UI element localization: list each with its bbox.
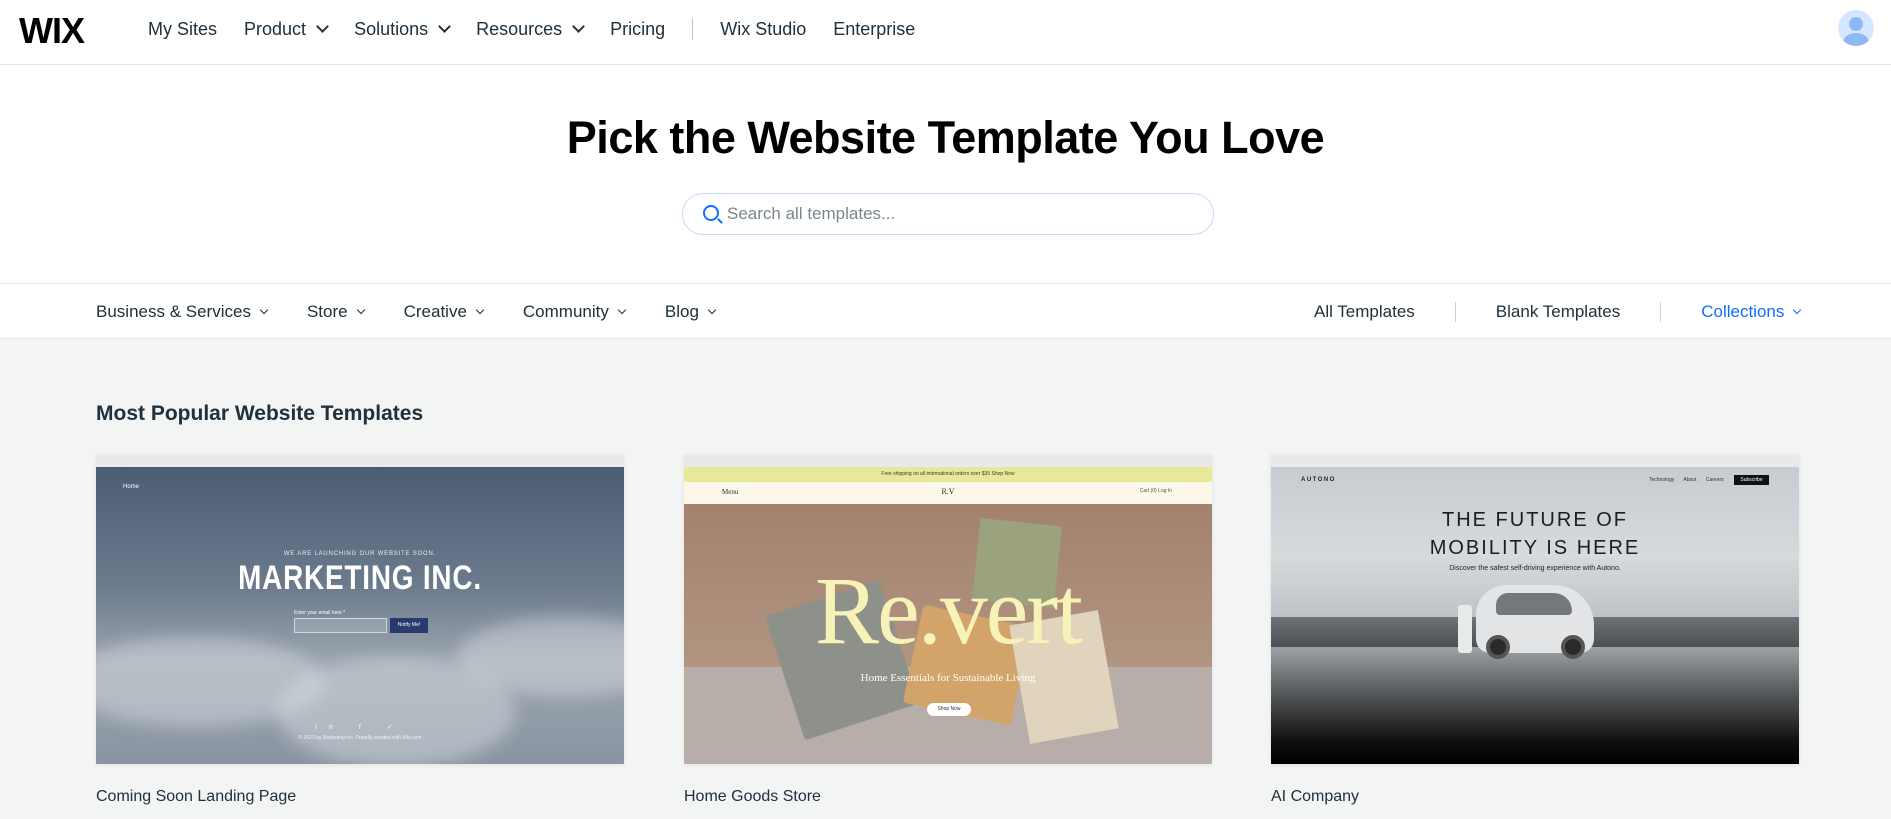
preview-nav: Home bbox=[123, 484, 140, 490]
window-dots-icon bbox=[692, 458, 712, 471]
charger-shape bbox=[1458, 605, 1472, 653]
category-business-services[interactable]: Business & Services bbox=[96, 302, 269, 322]
preview-logo: AUTONO bbox=[1301, 477, 1336, 483]
nav-product[interactable]: Product bbox=[244, 18, 329, 40]
nav-my-sites[interactable]: My Sites bbox=[148, 19, 217, 40]
category-label: Community bbox=[522, 302, 609, 321]
category-label: Business & Services bbox=[96, 302, 251, 321]
nav-label: Product bbox=[244, 18, 307, 39]
preview-headline: THE FUTURE OF MOBILITY IS HERE bbox=[1271, 506, 1799, 562]
nav-resources[interactable]: Resources bbox=[476, 18, 586, 40]
preview-promo-strip: Free shipping on all international order… bbox=[684, 467, 1212, 482]
category-creative[interactable]: Creative bbox=[403, 302, 485, 322]
chevron-down-icon bbox=[1793, 305, 1802, 315]
nav-enterprise[interactable]: Enterprise bbox=[833, 19, 915, 40]
chevron-down-icon bbox=[707, 305, 717, 315]
nav-label: Pricing bbox=[610, 18, 666, 39]
nav-label: Wix Studio bbox=[720, 18, 807, 39]
template-preview-image: Free shipping on all international order… bbox=[684, 467, 1212, 764]
preview-cart-login: Cart (0) Log In bbox=[1139, 488, 1172, 494]
preview-headline-line: MOBILITY IS HERE bbox=[1429, 537, 1641, 559]
section-title: Most Popular Website Templates bbox=[96, 402, 424, 425]
wheel-shape bbox=[1561, 635, 1585, 659]
search-icon bbox=[703, 205, 719, 221]
main-nav: My Sites Product Solutions Resources Pri… bbox=[148, 0, 942, 58]
nav-label: Solutions bbox=[354, 18, 429, 39]
preview-menu: Technology About Careers bbox=[1649, 477, 1724, 483]
nav-wix-studio[interactable]: Wix Studio bbox=[720, 19, 806, 40]
preview-email-label: Enter your email here * bbox=[294, 610, 346, 616]
template-name[interactable]: Home Goods Store bbox=[684, 788, 1212, 806]
chevron-down-icon bbox=[316, 20, 329, 33]
preview-tagline: Home Essentials for Sustainable Living bbox=[860, 672, 1036, 684]
template-name[interactable]: Coming Soon Landing Page bbox=[96, 788, 624, 806]
nav-label: Resources bbox=[476, 18, 563, 39]
browser-bar bbox=[96, 454, 624, 471]
nav-divider bbox=[692, 18, 694, 40]
category-label: Creative bbox=[403, 302, 467, 321]
chevron-down-icon bbox=[356, 305, 365, 315]
category-label: Blog bbox=[664, 302, 699, 321]
category-community[interactable]: Community bbox=[522, 302, 627, 322]
template-card[interactable]: AUTONO Technology About Careers Subscrib… bbox=[1271, 454, 1799, 806]
preview-headline-line: THE FUTURE OF bbox=[1442, 509, 1628, 531]
user-avatar[interactable] bbox=[1838, 10, 1874, 46]
nav-pricing[interactable]: Pricing bbox=[610, 19, 665, 40]
template-filters: All Templates Blank Templates Collection… bbox=[1314, 284, 1802, 340]
avatar-body bbox=[1843, 33, 1869, 46]
template-preview-image: AUTONO Technology About Careers Subscrib… bbox=[1271, 467, 1799, 764]
nav-solutions[interactable]: Solutions bbox=[354, 18, 451, 40]
page-title: Pick the Website Template You Love bbox=[566, 112, 1325, 163]
browser-bar bbox=[1271, 454, 1799, 471]
template-gallery: Most Popular Website Templates Home WE A… bbox=[0, 339, 1891, 819]
chevron-down-icon bbox=[438, 20, 451, 33]
car-window-shape bbox=[1496, 593, 1572, 615]
preview-paragraph: Discover the safest self-driving experie… bbox=[1449, 565, 1621, 572]
browser-bar bbox=[684, 454, 1212, 471]
preview-email-field bbox=[294, 618, 387, 633]
preview-subscribe-button: Subscribe bbox=[1734, 475, 1769, 485]
all-templates-link[interactable]: All Templates bbox=[1314, 302, 1415, 322]
wheel-shape bbox=[1486, 635, 1510, 659]
preview-headline: MARKETING INC. bbox=[238, 559, 482, 597]
preview-brand: Re.vert bbox=[815, 557, 1083, 664]
preview-copyright: © 2023 by Marketing Inc. Proudly created… bbox=[298, 735, 422, 741]
category-label: Store bbox=[306, 302, 348, 321]
preview-subtitle: WE ARE LAUNCHING OUR WEBSITE SOON. bbox=[283, 551, 437, 557]
category-bar: Business & Services Store Creative Commu… bbox=[0, 283, 1891, 339]
filter-divider bbox=[1660, 302, 1662, 322]
avatar-head bbox=[1849, 17, 1863, 31]
wix-logo[interactable]: WIX bbox=[19, 13, 85, 49]
chevron-down-icon bbox=[572, 20, 586, 33]
collections-dropdown[interactable]: Collections bbox=[1701, 302, 1802, 322]
category-store[interactable]: Store bbox=[306, 302, 365, 322]
search-input[interactable] bbox=[727, 200, 1197, 228]
top-navigation: WIX My Sites Product Solutions Resources… bbox=[0, 0, 1891, 65]
template-preview-frame[interactable]: AUTONO Technology About Careers Subscrib… bbox=[1271, 454, 1799, 764]
preview-header: Menu R.V Cart (0) Log In bbox=[684, 482, 1212, 504]
preview-notify-button: Notify Me! bbox=[390, 618, 428, 633]
category-blog[interactable]: Blog bbox=[664, 302, 717, 322]
template-preview-image: Home WE ARE LAUNCHING OUR WEBSITE SOON. … bbox=[96, 467, 624, 764]
chevron-down-icon bbox=[475, 305, 485, 315]
template-name[interactable]: AI Company bbox=[1271, 788, 1799, 806]
chevron-down-icon bbox=[617, 305, 627, 315]
template-card[interactable]: Free shipping on all international order… bbox=[684, 454, 1212, 806]
blank-templates-link[interactable]: Blank Templates bbox=[1496, 302, 1620, 322]
chevron-down-icon bbox=[259, 305, 269, 315]
nav-label: My Sites bbox=[148, 18, 218, 39]
template-card[interactable]: Home WE ARE LAUNCHING OUR WEBSITE SOON. … bbox=[96, 454, 624, 806]
filter-divider bbox=[1454, 302, 1456, 322]
category-menu: Business & Services Store Creative Commu… bbox=[96, 284, 755, 340]
nav-label: Enterprise bbox=[833, 18, 916, 39]
template-preview-frame[interactable]: Home WE ARE LAUNCHING OUR WEBSITE SOON. … bbox=[96, 454, 624, 764]
template-preview-frame[interactable]: Free shipping on all international order… bbox=[684, 454, 1212, 764]
template-search[interactable] bbox=[682, 193, 1214, 235]
window-dots-icon bbox=[104, 458, 124, 471]
collections-label: Collections bbox=[1701, 302, 1785, 321]
preview-logo: R.V bbox=[941, 487, 955, 496]
preview-shop-button: Shop Now bbox=[927, 703, 971, 716]
window-dots-icon bbox=[1279, 458, 1299, 471]
preview-social-icons: in f ✓ bbox=[315, 724, 405, 731]
